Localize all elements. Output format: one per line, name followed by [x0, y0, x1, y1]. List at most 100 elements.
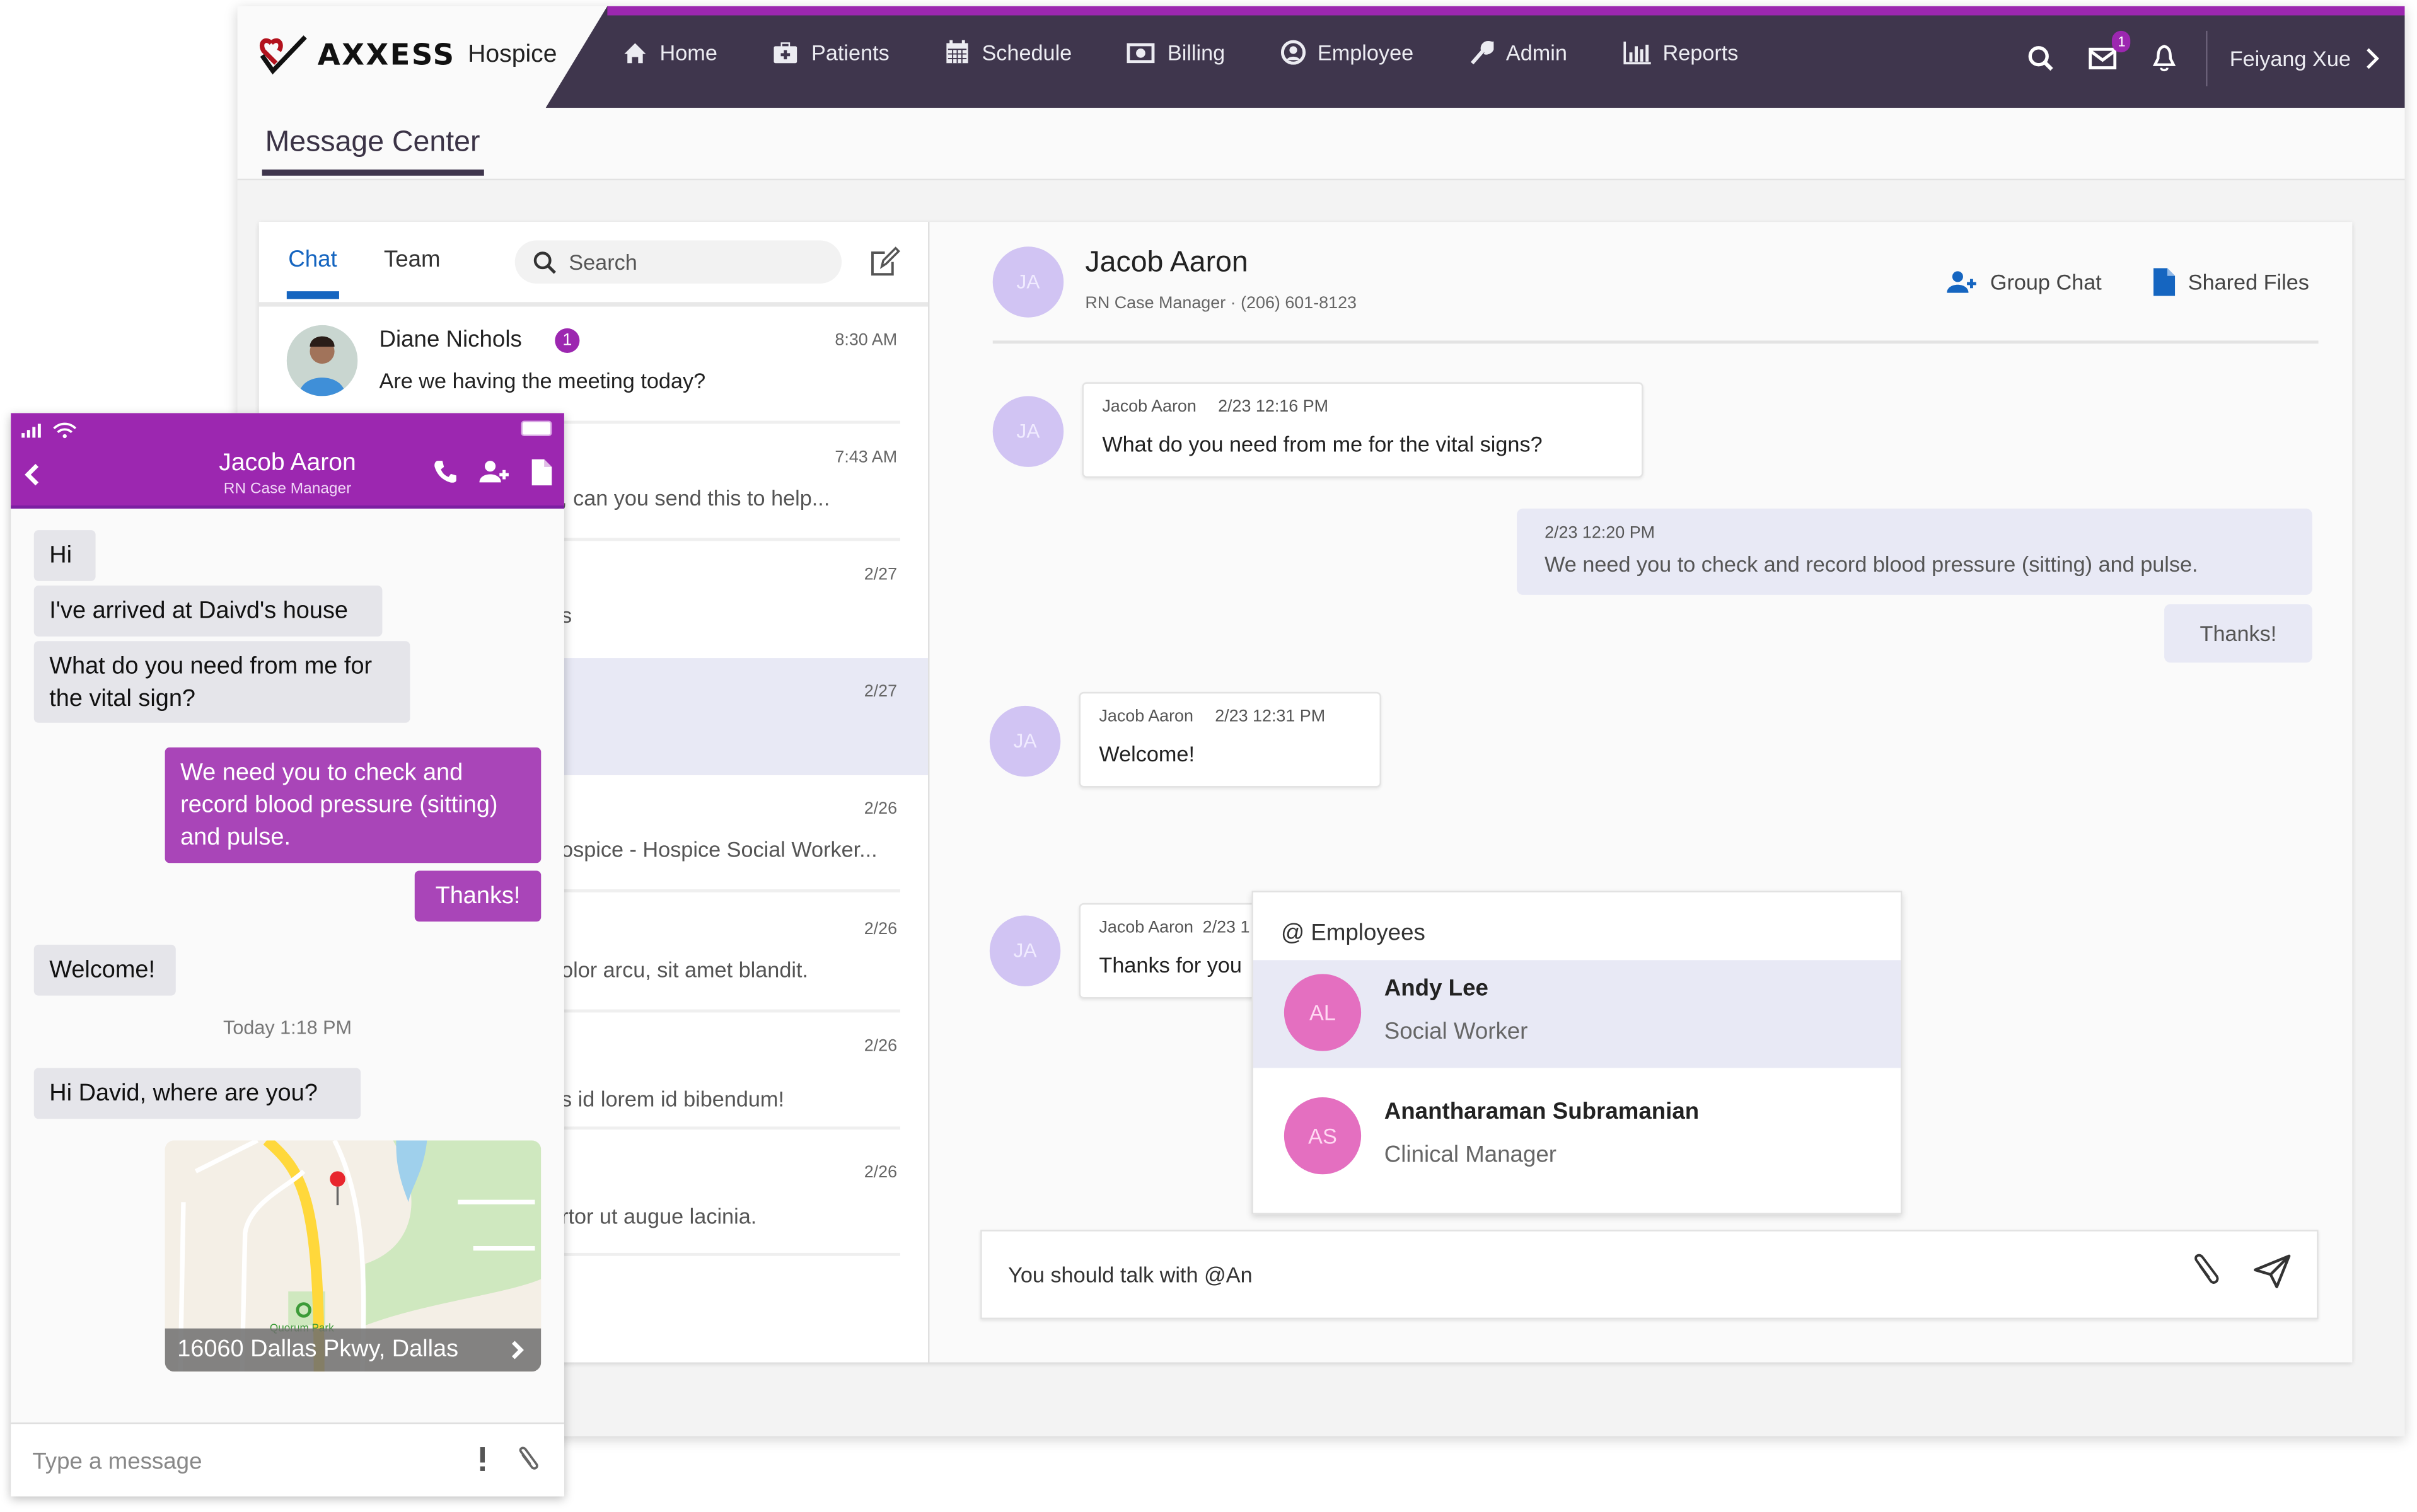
mention-option[interactable]: AS Anantharaman Subramanian Clinical Man…: [1253, 1083, 1901, 1191]
message-sender: Jacob Aaron: [1099, 918, 1193, 937]
conversation-preview: s id lorem id bibendum!: [561, 1086, 784, 1111]
logo-brand: AXXESS: [317, 38, 456, 72]
mention-role: Social Worker: [1384, 1019, 1528, 1045]
top-navigation-bar: AXXESS Hospice Home Patients Schedule Bi…: [237, 6, 2405, 108]
sender-avatar: JA: [989, 705, 1061, 777]
list-tabs: Chat Team Search: [258, 222, 929, 307]
message-time: 2/23 1: [1202, 918, 1250, 937]
page-title: Message Center: [265, 126, 480, 159]
sender-avatar: JA: [989, 915, 1061, 986]
message-center-panel: Chat Team Search Diane Nichols 1 8:30 AM…: [258, 222, 2353, 1363]
mobile-timestamp: Today 1:18 PM: [223, 1017, 352, 1039]
send-icon[interactable]: [2252, 1253, 2292, 1298]
conversation-preview: Are we having the meeting today?: [379, 368, 706, 393]
chat-actions: Group Chat Shared Files: [1947, 268, 2309, 296]
conversation-time: 2/26: [864, 1163, 898, 1182]
nav-billing-label: Billing: [1167, 40, 1226, 65]
nav-schedule-label: Schedule: [982, 40, 1072, 65]
mobile-header-actions: [433, 459, 552, 493]
search-input[interactable]: Search: [514, 240, 842, 284]
nav-home[interactable]: Home: [623, 40, 717, 65]
add-user-icon[interactable]: [479, 459, 510, 493]
message-meta: Jacob Aaron 2/23 12:16 PM: [1102, 398, 1623, 416]
message-text: Thanks!: [2200, 621, 2277, 646]
group-chat-label: Group Chat: [1990, 269, 2102, 295]
shared-files-button[interactable]: Shared Files: [2153, 268, 2309, 296]
conversation-preview: , can you send this to help...: [561, 485, 830, 511]
conversation-time: 2/26: [864, 800, 898, 819]
mobile-chat-screen: Jacob Aaron RN Case Manager Hi I've arri…: [11, 413, 564, 1497]
nav-admin-label: Admin: [1505, 40, 1567, 65]
calendar-icon: [946, 40, 968, 64]
mobile-message-input[interactable]: Type a message: [11, 1422, 564, 1497]
home-icon: [624, 42, 646, 63]
received-bubble: Hi David, where are you?: [33, 1068, 361, 1119]
received-bubble: Welcome!: [33, 944, 176, 996]
user-menu[interactable]: Feiyang Xue: [2230, 46, 2380, 71]
file-icon: [2153, 268, 2176, 296]
received-bubble: What do you need from me for the vital s…: [33, 641, 410, 723]
medkit-icon: [774, 42, 798, 63]
header-actions: 1 Feiyang Xue: [1997, 30, 2380, 86]
search-icon: [533, 251, 557, 274]
conversation-name: Diane Nichols: [379, 326, 522, 353]
incoming-message: Jacob Aaron 2/23 12:31 PM Welcome!: [1079, 691, 1381, 788]
messages-badge: 1: [2112, 30, 2131, 53]
nav-employee-label: Employee: [1317, 40, 1414, 65]
status-bar: [20, 419, 82, 447]
mention-name: Andy Lee: [1384, 975, 1488, 1002]
mention-dropdown: @ Employees AL Andy Lee Social Worker AS…: [1251, 891, 1903, 1215]
mention-name: Anantharaman Subramanian: [1384, 1099, 1700, 1125]
nav-patients[interactable]: Patients: [773, 40, 890, 65]
conversation-time: 2/26: [864, 920, 898, 939]
money-icon: [1127, 42, 1156, 63]
conversation-preview: olor arcu, sit amet blandit.: [561, 957, 809, 982]
message-time: 2/23 12:16 PM: [1218, 397, 1329, 417]
phone-icon[interactable]: [433, 459, 458, 493]
nav-reports[interactable]: Reports: [1623, 40, 1738, 65]
nav-billing[interactable]: Billing: [1127, 40, 1225, 65]
signal-wifi-icon: [21, 422, 77, 439]
tab-chat[interactable]: Chat: [288, 246, 337, 273]
unread-badge: 1: [555, 328, 580, 353]
messages-icon[interactable]: 1: [2086, 30, 2131, 76]
tab-chat-underline: [286, 291, 339, 299]
map-address: 16060 Dallas Pkwy, Dallas: [165, 1328, 542, 1372]
nav-employee[interactable]: Employee: [1280, 40, 1413, 65]
tab-team[interactable]: Team: [384, 246, 441, 273]
conversation-preview: ospice - Hospice Social Worker...: [561, 836, 878, 862]
mention-option-selected[interactable]: AL Andy Lee Social Worker: [1253, 960, 1901, 1068]
map-address-text: 16060 Dallas Pkwy, Dallas: [177, 1336, 459, 1363]
message-text: We need you to check and record blood pr…: [1545, 551, 2198, 577]
mention-role: Clinical Manager: [1384, 1141, 1556, 1169]
message-sender: Jacob Aaron: [1102, 397, 1197, 417]
compose-icon[interactable]: [869, 246, 900, 285]
conversation-item[interactable]: Diane Nichols 1 8:30 AM Are we having th…: [259, 307, 928, 424]
contact-name: Jacob Aaron: [1085, 246, 1248, 279]
mobile-input-actions: [478, 1446, 540, 1481]
paperclip-icon[interactable]: [515, 1446, 540, 1481]
location-map-card[interactable]: Quorum Park 16060 Dallas Pkwy, Dallas: [165, 1140, 542, 1372]
avatar: [286, 325, 358, 396]
conversation-time: 2/26: [864, 1037, 898, 1056]
app-logo[interactable]: AXXESS Hospice: [259, 34, 557, 77]
wrench-icon: [1470, 41, 1494, 65]
mention-header: @ Employees: [1280, 920, 1425, 947]
nav-schedule[interactable]: Schedule: [945, 40, 1072, 65]
page-header: Message Center: [237, 108, 2405, 181]
conversation-time: 2/27: [864, 565, 898, 584]
priority-icon[interactable]: [478, 1447, 487, 1479]
chevron-right-icon: [510, 1329, 525, 1371]
group-chat-button[interactable]: Group Chat: [1947, 268, 2102, 296]
bell-icon[interactable]: [2148, 42, 2182, 76]
chat-area: JA Jacob Aaron RN Case Manager · (206) 6…: [928, 222, 2352, 1362]
file-icon[interactable]: [531, 459, 552, 493]
mobile-header: Jacob Aaron RN Case Manager: [11, 413, 564, 509]
battery-icon: [521, 420, 552, 436]
conversation-time: 2/27: [864, 683, 898, 701]
nav-admin[interactable]: Admin: [1469, 40, 1567, 65]
message-input[interactable]: You should talk with @An: [980, 1230, 2319, 1320]
search-icon[interactable]: [2025, 42, 2059, 76]
chat-header-divider: [992, 340, 2319, 344]
paperclip-icon[interactable]: [2191, 1253, 2222, 1298]
